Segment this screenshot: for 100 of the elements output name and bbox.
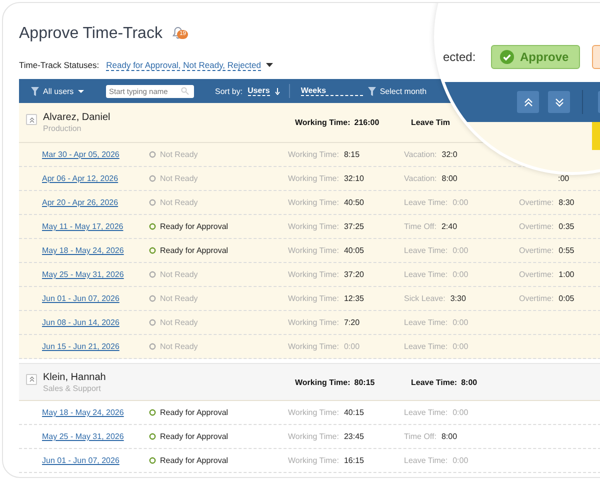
time-label: Leave Time: xyxy=(404,198,448,207)
time-label: Overtime: xyxy=(519,198,554,207)
time-label: Working Time: xyxy=(288,408,339,417)
selected-label: ected: xyxy=(443,50,477,64)
time-value: 32:10 xyxy=(344,174,364,183)
chevron-up-icon xyxy=(524,98,532,106)
time-value: 0:00 xyxy=(344,342,360,351)
status-text: Not Ready xyxy=(160,318,198,327)
statuses-label: Time-Track Statuses: xyxy=(19,60,100,70)
time-value: 7:20 xyxy=(344,318,360,327)
time-value: 0:00 xyxy=(452,198,468,207)
time-label: Leave Time: xyxy=(404,318,448,327)
chevron-up-icon xyxy=(28,376,34,382)
collapse-all-button[interactable] xyxy=(517,91,539,113)
time-value: :00 xyxy=(558,174,570,183)
time-label: Overtime: xyxy=(519,294,554,303)
department-label: Production xyxy=(43,124,82,133)
filter-icon xyxy=(368,86,376,96)
week-link[interactable]: Apr 20 - Apr 26, 2026 xyxy=(42,198,118,207)
bell-icon xyxy=(172,26,184,39)
time-value: 0:00 xyxy=(452,246,468,255)
status-text: Ready for Approval xyxy=(160,432,228,441)
status-text: Not Ready xyxy=(160,198,198,207)
time-label: Working Time: xyxy=(288,246,339,255)
time-label: Sick Leave: xyxy=(404,294,446,303)
time-label: Vacation: xyxy=(404,150,437,159)
caret-icon[interactable] xyxy=(266,63,273,67)
time-label: Working Time: xyxy=(288,456,339,465)
week-link[interactable]: May 11 - May 17, 2026 xyxy=(42,222,124,231)
summary-value: 80:15 xyxy=(354,378,375,386)
time-label: Leave Time: xyxy=(404,456,448,465)
summary-value: 8:00 xyxy=(461,378,478,386)
week-link[interactable]: May 18 - May 24, 2026 xyxy=(42,408,124,417)
time-value: 3:30 xyxy=(450,294,466,303)
summary-label: Working Time: xyxy=(295,118,350,127)
time-label: Leave Time: xyxy=(404,342,448,351)
time-value: 0:00 xyxy=(452,342,468,351)
week-link[interactable]: Jun 01 - Jun 07, 2026 xyxy=(42,456,120,465)
chevron-up-icon xyxy=(28,116,34,122)
time-value: 0:00 xyxy=(452,408,468,417)
time-value: 37:20 xyxy=(344,270,364,279)
sort-label: Sort by: xyxy=(215,86,243,96)
time-label: Working Time: xyxy=(288,222,339,231)
week-link[interactable]: May 18 - May 24, 2026 xyxy=(42,246,124,255)
employee-name: Klein, Hannah xyxy=(43,372,106,382)
week-link[interactable]: Jun 15 - Jun 21, 2026 xyxy=(42,342,120,351)
status-text: Ready for Approval xyxy=(160,408,228,417)
time-value: 40:05 xyxy=(344,246,364,255)
check-icon xyxy=(500,50,514,64)
time-value: 8:30 xyxy=(558,198,574,207)
time-label: Working Time: xyxy=(288,294,339,303)
summary-value: 216:00 xyxy=(354,118,380,127)
week-link[interactable]: May 25 - May 31, 2026 xyxy=(42,432,124,441)
expand-all-button[interactable] xyxy=(548,91,570,113)
time-value: 40:50 xyxy=(344,198,364,207)
week-link[interactable]: Mar 30 - Apr 05, 2026 xyxy=(42,150,120,159)
collapse-button[interactable] xyxy=(26,114,37,125)
time-label: Working Time: xyxy=(288,198,339,207)
week-link[interactable]: Jun 08 - Jun 14, 2026 xyxy=(42,318,120,327)
time-value: 8:00 xyxy=(441,432,458,441)
time-label: Time Off: xyxy=(404,432,436,441)
arrow-down-icon xyxy=(274,88,280,94)
users-filter[interactable]: All users xyxy=(31,86,101,96)
week-link[interactable]: May 25 - May 31, 2026 xyxy=(42,270,124,279)
time-value: 0:05 xyxy=(558,294,574,303)
sort-dropdown[interactable]: Users xyxy=(248,86,270,96)
status-text: Not Ready xyxy=(160,174,198,183)
time-label: Working Time: xyxy=(288,432,339,441)
time-label: Working Time: xyxy=(288,150,339,159)
period-dropdown[interactable]: Weeks xyxy=(300,86,363,96)
time-label: Working Time: xyxy=(288,270,339,279)
caret-icon xyxy=(78,90,84,92)
summary-label: Leave Time: xyxy=(411,378,458,386)
time-label: Leave Time: xyxy=(404,408,448,417)
time-value: 0:55 xyxy=(558,246,574,255)
statuses-dropdown[interactable]: Ready for Approval, Not Ready, Rejected xyxy=(106,60,261,70)
approve-button[interactable]: Approve xyxy=(491,45,580,69)
week-link[interactable]: Apr 06 - Apr 12, 2026 xyxy=(42,174,118,183)
time-value: 37:25 xyxy=(344,222,364,231)
time-value: 40:15 xyxy=(344,408,364,417)
time-value: 0:00 xyxy=(452,456,468,465)
time-label: Overtime: xyxy=(519,246,554,255)
status-text: Not Ready xyxy=(160,342,198,351)
time-value: 32:0 xyxy=(442,150,458,159)
filter-icon xyxy=(31,86,39,96)
month-filter[interactable]: Select month xyxy=(368,86,427,96)
time-value: 16:15 xyxy=(344,456,364,465)
summary-label: Working Time: xyxy=(295,378,350,386)
collapse-button[interactable] xyxy=(26,374,37,384)
status-text: Ready for Approval xyxy=(160,246,228,255)
week-link[interactable]: Jun 01 - Jun 07, 2026 xyxy=(42,294,120,303)
time-value: 0:00 xyxy=(452,270,468,279)
status-text: Not Ready xyxy=(160,294,198,303)
chevron-down-icon xyxy=(554,98,564,106)
time-value: 0:00 xyxy=(452,318,468,327)
time-label: Vacation: xyxy=(404,174,437,183)
summary-label: Leave Tim xyxy=(411,118,450,127)
time-value: 23:45 xyxy=(344,432,364,441)
time-label: Leave Time: xyxy=(404,270,448,279)
time-label: Overtime: xyxy=(519,270,554,279)
